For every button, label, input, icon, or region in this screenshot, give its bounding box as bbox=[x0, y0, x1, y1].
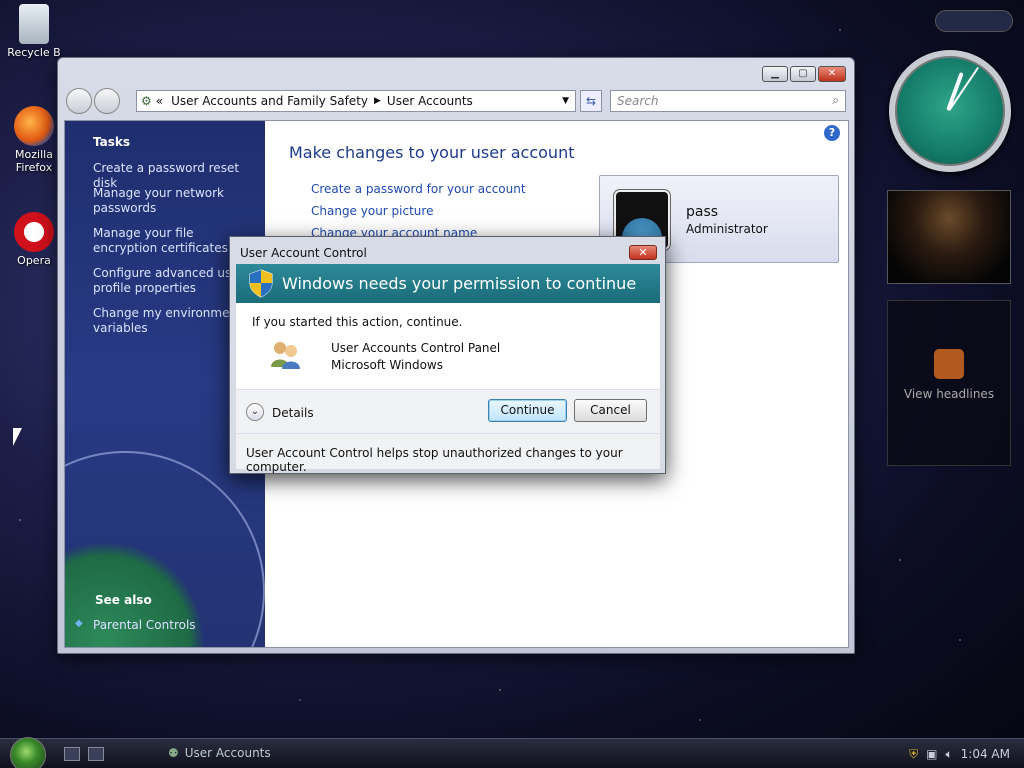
breadcrumb-family-safety[interactable]: User Accounts and Family Safety bbox=[171, 94, 368, 108]
feed-headlines-gadget[interactable]: View headlines bbox=[887, 300, 1011, 466]
search-input[interactable]: Search ⌕ bbox=[610, 90, 846, 112]
security-shield-icon bbox=[249, 269, 273, 298]
desktop-icon-label: Mozilla Firefox bbox=[15, 148, 53, 174]
desktop-icon-label: Recycle B bbox=[7, 46, 61, 59]
taskbar-item-label: User Accounts bbox=[184, 746, 271, 760]
uac-program-name: User Accounts Control Panel bbox=[331, 341, 501, 355]
uac-intro-text: If you started this action, continue. bbox=[252, 315, 463, 329]
start-button[interactable] bbox=[10, 737, 46, 768]
uac-banner-text: Windows needs your permission to continu… bbox=[282, 274, 637, 293]
help-icon[interactable]: ? bbox=[824, 125, 840, 141]
see-also-heading: See also bbox=[95, 593, 152, 607]
sidebar-toggle-button[interactable] bbox=[935, 10, 1013, 32]
address-dropdown-icon[interactable]: ▼ bbox=[562, 96, 569, 106]
volume-icon[interactable]: 🔈︎ bbox=[945, 747, 952, 762]
search-placeholder: Search bbox=[617, 94, 659, 108]
close-button[interactable]: ✕ bbox=[818, 66, 846, 82]
task-manage-network-passwords[interactable]: Manage your network passwords bbox=[93, 186, 253, 216]
address-bar[interactable]: ⚙ « User Accounts and Family Safety ▶ Us… bbox=[136, 90, 576, 112]
breadcrumb-overflow[interactable]: « bbox=[156, 94, 163, 108]
firefox-icon bbox=[14, 106, 54, 146]
maximize-button[interactable]: ▢ bbox=[790, 66, 816, 82]
trash-icon bbox=[19, 4, 49, 44]
uac-banner: Windows needs your permission to continu… bbox=[236, 264, 660, 303]
chevron-down-icon[interactable]: ⌄ bbox=[246, 403, 264, 421]
breadcrumb-user-accounts[interactable]: User Accounts bbox=[387, 94, 473, 108]
tasks-heading: Tasks bbox=[93, 135, 131, 149]
minimize-button[interactable]: ▁ bbox=[762, 66, 788, 82]
uac-body: If you started this action, continue. Us… bbox=[236, 303, 660, 389]
back-button[interactable] bbox=[66, 88, 92, 114]
uac-details-row: ⌄ Details Continue Cancel bbox=[236, 389, 660, 433]
user-accounts-small-icon: ⚉ bbox=[168, 746, 179, 760]
slideshow-gadget[interactable] bbox=[887, 190, 1011, 284]
opera-icon bbox=[14, 212, 54, 252]
switch-windows-icon[interactable] bbox=[88, 747, 104, 761]
taskbar-item-user-accounts[interactable]: ⚉ User Accounts bbox=[168, 746, 271, 760]
security-tray-icon[interactable]: ⛨ bbox=[909, 747, 918, 762]
refresh-button[interactable]: ⇆ bbox=[580, 90, 602, 112]
uac-title: User Account Control bbox=[240, 246, 367, 260]
show-desktop-icon[interactable] bbox=[64, 747, 80, 761]
window-controls: ▁ ▢ ✕ bbox=[762, 66, 846, 82]
firefox-desktop-icon[interactable]: Mozilla Firefox bbox=[6, 106, 62, 174]
search-icon[interactable]: ⌕ bbox=[832, 93, 839, 108]
opera-desktop-icon[interactable]: Opera bbox=[6, 212, 62, 267]
uac-details-toggle[interactable]: Details bbox=[272, 406, 314, 420]
create-password-link[interactable]: Create a password for your account bbox=[311, 182, 526, 196]
network-tray-icon[interactable]: ▣ bbox=[926, 747, 937, 762]
parental-controls-link[interactable]: Parental Controls bbox=[75, 618, 195, 632]
system-tray: ⛨ ▣ 🔈︎ 1:04 AM bbox=[909, 747, 1010, 762]
continue-button[interactable]: Continue bbox=[488, 399, 567, 422]
rss-icon bbox=[934, 349, 964, 379]
forward-button[interactable] bbox=[94, 88, 120, 114]
clock-time[interactable]: 1:04 AM bbox=[961, 747, 1010, 762]
recycle-bin-icon[interactable]: Recycle B bbox=[6, 4, 62, 59]
feed-label: View headlines bbox=[903, 387, 995, 401]
mouse-cursor-icon bbox=[13, 428, 22, 446]
page-title: Make changes to your user account bbox=[289, 143, 575, 162]
taskbar: ⚉ User Accounts ⛨ ▣ 🔈︎ 1:04 AM bbox=[0, 737, 1024, 768]
desktop-icon-label: Opera bbox=[17, 254, 51, 267]
user-accounts-icon bbox=[271, 342, 300, 369]
breadcrumb-arrow-icon[interactable]: ▶ bbox=[374, 96, 381, 106]
user-name: pass bbox=[686, 204, 719, 220]
user-role: Administrator bbox=[686, 222, 768, 236]
control-panel-icon: ⚙ bbox=[141, 94, 152, 108]
clock-gadget[interactable] bbox=[889, 50, 1011, 172]
cancel-button[interactable]: Cancel bbox=[574, 399, 647, 422]
uac-publisher: Microsoft Windows bbox=[331, 358, 443, 372]
uac-dialog: User Account Control ✕ Windows needs you… bbox=[229, 236, 666, 474]
uac-close-button[interactable]: ✕ bbox=[629, 245, 657, 260]
change-picture-link[interactable]: Change your picture bbox=[311, 204, 433, 218]
uac-footer-text: User Account Control helps stop unauthor… bbox=[236, 433, 660, 474]
